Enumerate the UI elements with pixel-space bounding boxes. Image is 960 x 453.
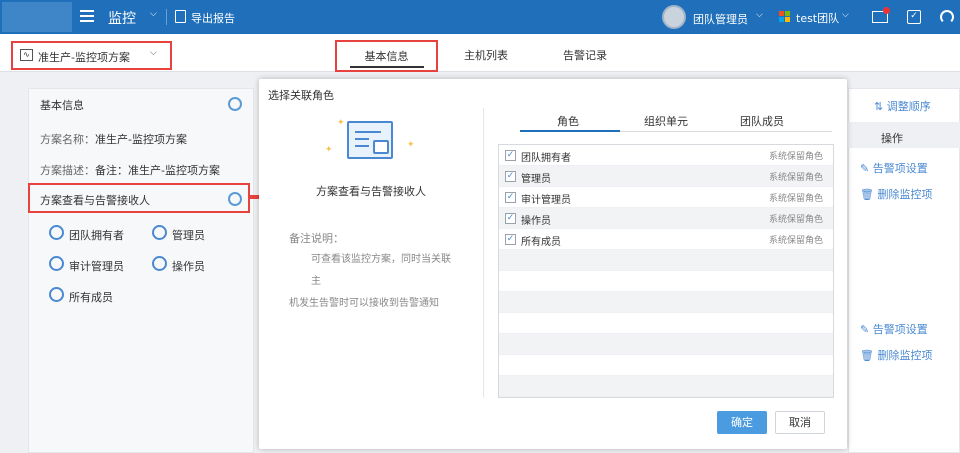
pulse-icon: ∿ [20, 49, 33, 61]
sparkle-icon: ✦ [325, 145, 333, 155]
sparkle-icon: ✦ [407, 140, 415, 150]
delete-item-link[interactable]: 🗑 删除监控项 [860, 186, 932, 202]
role-type: 系统保留角色 [769, 215, 824, 225]
field-value: 备注：准生产-监控项方案 [95, 164, 220, 177]
empty-row [499, 250, 833, 271]
empty-row [499, 376, 833, 397]
chevron-down-icon[interactable]: ⌵ [842, 10, 849, 20]
dialog-title: 选择关联角色 [268, 89, 334, 102]
list-item[interactable]: ✓ 审计管理员 系统保留角色 [499, 187, 833, 208]
role-type: 系统保留角色 [769, 173, 824, 183]
user-icon [49, 256, 64, 271]
user-icon [49, 225, 64, 240]
avatar[interactable] [662, 5, 686, 29]
alert-settings-link[interactable]: ✎ 告警项设置 [860, 321, 928, 337]
role-name: 操作员 [521, 216, 551, 227]
tab-team-members[interactable]: 团队成员 [740, 113, 784, 129]
tab-active-indicator [350, 66, 424, 68]
checkbox[interactable]: ✓ [505, 213, 516, 224]
menu-icon[interactable] [80, 10, 94, 22]
team-menu[interactable]: test团队 [796, 10, 839, 26]
checkbox[interactable]: ✓ [505, 171, 516, 182]
tab-roles[interactable]: 角色 [557, 113, 579, 129]
user-icon [152, 256, 167, 271]
confirm-button[interactable]: 确定 [717, 411, 767, 434]
empty-row [499, 334, 833, 355]
team-logo-icon [779, 11, 791, 23]
checkbox[interactable]: ✓ [505, 192, 516, 203]
field-label: 方案名称： [40, 133, 95, 146]
tab-org-units[interactable]: 组织单元 [644, 113, 688, 129]
divider [483, 108, 484, 398]
empty-row [499, 271, 833, 292]
chevron-down-icon[interactable]: ⌵ [150, 9, 157, 19]
divider [166, 9, 167, 25]
headset-icon[interactable] [940, 10, 954, 24]
role-name: 团队拥有者 [521, 153, 571, 164]
checklist-lock-icon [347, 121, 393, 159]
tab-alert-records[interactable]: 告警记录 [563, 47, 607, 63]
empty-row [499, 313, 833, 334]
scheme-name-row: 方案名称：准生产-监控项方案 [40, 131, 187, 147]
role-name: 所有成员 [521, 237, 561, 248]
sparkle-icon: ✦ [337, 118, 345, 128]
top-bar: 监控 ⌵ 导出报告 团队管理员 ⌵ test团队 ⌵ ✓ [0, 0, 960, 34]
role-type: 系统保留角色 [769, 152, 824, 162]
empty-row [499, 355, 833, 376]
task-check-icon[interactable]: ✓ [907, 10, 921, 24]
table-header [848, 122, 960, 148]
field-value: 准生产-监控项方案 [95, 133, 187, 146]
role-type: 系统保留角色 [769, 236, 824, 246]
list-item[interactable]: ✓ 所有成员 系统保留角色 [499, 229, 833, 250]
app-logo[interactable] [2, 2, 72, 32]
checkbox[interactable]: ✓ [505, 150, 516, 161]
chevron-down-icon[interactable]: ⌵ [756, 10, 763, 20]
export-report-button[interactable]: 导出报告 [191, 10, 235, 26]
tab-host-list[interactable]: 主机列表 [464, 47, 508, 63]
notes-text: 可查看该监控方案，同时当关联主 机发生告警时可以接收到告警通知 [289, 254, 451, 309]
chevron-down-icon: ⌵ [150, 48, 157, 58]
tab-active-indicator [520, 130, 620, 132]
list-item[interactable]: ✓ 管理员 系统保留角色 [499, 166, 833, 187]
panel-title: 基本信息 [40, 99, 84, 112]
alert-settings-link[interactable]: ✎ 告警项设置 [860, 160, 928, 176]
checkbox[interactable]: ✓ [505, 234, 516, 245]
user-icon [49, 287, 64, 302]
role-name: 审计管理员 [521, 195, 571, 206]
export-icon[interactable] [175, 10, 186, 23]
scheme-select-label: 准生产-监控项方案 [38, 51, 130, 64]
notes-label: 备注说明： [289, 232, 344, 245]
list-item[interactable]: ✓ 操作员 系统保留角色 [499, 208, 833, 229]
delete-item-link[interactable]: 🗑 删除监控项 [860, 347, 932, 363]
adjust-order-button[interactable]: ⇅ 调整顺序 [874, 98, 931, 114]
notification-dot [883, 7, 890, 14]
receivers-label: 方案查看与告警接收人 [40, 194, 150, 207]
gear-icon[interactable] [228, 97, 242, 111]
gear-icon[interactable] [228, 192, 242, 206]
user-icon [152, 225, 167, 240]
role-list: ✓ 团队拥有者 系统保留角色 ✓ 管理员 系统保留角色 ✓ 审计管理员 系统保留… [498, 144, 834, 398]
scheme-desc-row: 方案描述：备注：准生产-监控项方案 [40, 162, 220, 178]
list-item[interactable]: ✓ 团队拥有者 系统保留角色 [499, 145, 833, 166]
tab-label: 基本信息 [364, 50, 409, 63]
column-header-actions: 操作 [881, 132, 903, 145]
scheme-select[interactable]: ∿ 准生产-监控项方案 ⌵ [11, 41, 172, 70]
tab-basic-info[interactable]: 基本信息 [335, 40, 438, 72]
app-title[interactable]: 监控 [108, 8, 136, 28]
cancel-button[interactable]: 取消 [775, 411, 825, 434]
role-type: 系统保留角色 [769, 194, 824, 204]
scheme-receivers-title: 方案查看与告警接收人 [316, 185, 426, 198]
field-label: 方案描述： [40, 164, 95, 177]
empty-row [499, 292, 833, 313]
role-name: 管理员 [521, 174, 551, 185]
user-menu[interactable]: 团队管理员 [693, 11, 748, 27]
